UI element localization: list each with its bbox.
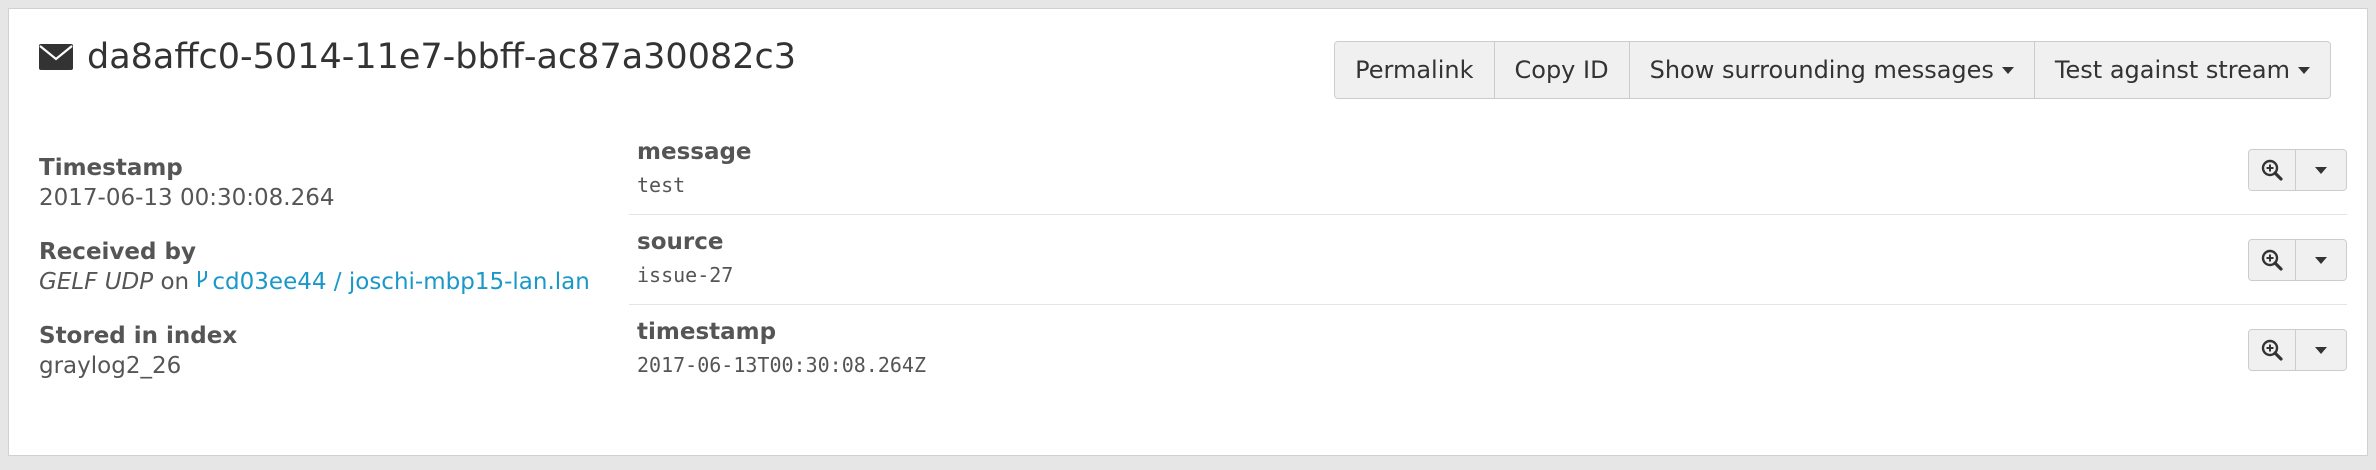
show-surrounding-messages-dropdown[interactable]: Show surrounding messages [1629, 42, 2035, 98]
timestamp-value: 2017-06-13 00:30:08.264 [39, 185, 335, 211]
field-name: message [637, 139, 752, 165]
field-search-button[interactable] [2249, 150, 2296, 190]
caret-down-icon [2298, 66, 2310, 74]
message-toolbar: Permalink Copy ID Show surrounding messa… [1334, 41, 2331, 99]
caret-down-icon [2001, 66, 2014, 74]
timestamp-label: Timestamp [39, 155, 183, 181]
field-menu-dropdown[interactable] [2296, 150, 2346, 190]
field-search-button[interactable] [2249, 240, 2296, 280]
field-row: timestamp 2017-06-13T00:30:08.264Z [629, 305, 2347, 394]
received-on-text: on [160, 269, 190, 295]
received-by-label: Received by [39, 239, 196, 265]
envelope-icon [39, 44, 73, 70]
stored-in-index-label: Stored in index [39, 323, 238, 349]
field-value: 2017-06-13T00:30:08.264Z [637, 353, 926, 377]
field-row: source issue-27 [629, 215, 2347, 305]
received-by-value: GELF UDP on cd03ee44 / joschi-mbp15-lan.… [39, 267, 599, 297]
node-link[interactable]: cd03ee44 / joschi-mbp15-lan.lan [196, 269, 590, 295]
field-actions [2248, 329, 2347, 371]
input-name: GELF UDP [39, 269, 154, 295]
search-plus-icon [2261, 339, 2283, 361]
field-name: source [637, 229, 724, 255]
field-value: issue-27 [637, 263, 734, 287]
field-actions [2248, 149, 2347, 191]
caret-down-icon [2315, 166, 2327, 174]
message-fields: message test source issue-27 timestamp 2… [629, 125, 2347, 394]
message-metadata: Timestamp 2017-06-13 00:30:08.264 Receiv… [39, 153, 599, 405]
copy-id-label: Copy ID [1514, 56, 1609, 84]
caret-down-icon [2315, 256, 2327, 264]
stored-in-index-value: graylog2_26 [39, 353, 182, 379]
field-menu-dropdown[interactable] [2296, 240, 2346, 280]
search-plus-icon [2261, 249, 2283, 271]
test-against-stream-dropdown[interactable]: Test against stream [2034, 42, 2330, 98]
field-value: test [637, 173, 686, 197]
code-fork-icon [198, 271, 208, 287]
message-title: da8affc0-5014-11e7-bbff-ac87a30082c3 [39, 37, 796, 77]
test-against-stream-label: Test against stream [2054, 56, 2290, 84]
message-id: da8affc0-5014-11e7-bbff-ac87a30082c3 [87, 37, 797, 77]
copy-id-button[interactable]: Copy ID [1494, 42, 1630, 98]
caret-down-icon [2315, 346, 2327, 354]
node-link-text: cd03ee44 / joschi-mbp15-lan.lan [212, 269, 590, 295]
field-menu-dropdown[interactable] [2296, 330, 2346, 370]
search-plus-icon [2261, 159, 2283, 181]
field-search-button[interactable] [2249, 330, 2296, 370]
show-surrounding-label: Show surrounding messages [1649, 56, 1994, 84]
permalink-button[interactable]: Permalink [1335, 42, 1495, 98]
field-actions [2248, 239, 2347, 281]
field-row: message test [629, 125, 2347, 215]
field-name: timestamp [637, 319, 777, 345]
message-detail-panel: da8affc0-5014-11e7-bbff-ac87a30082c3 Per… [8, 8, 2368, 456]
permalink-label: Permalink [1355, 56, 1474, 84]
